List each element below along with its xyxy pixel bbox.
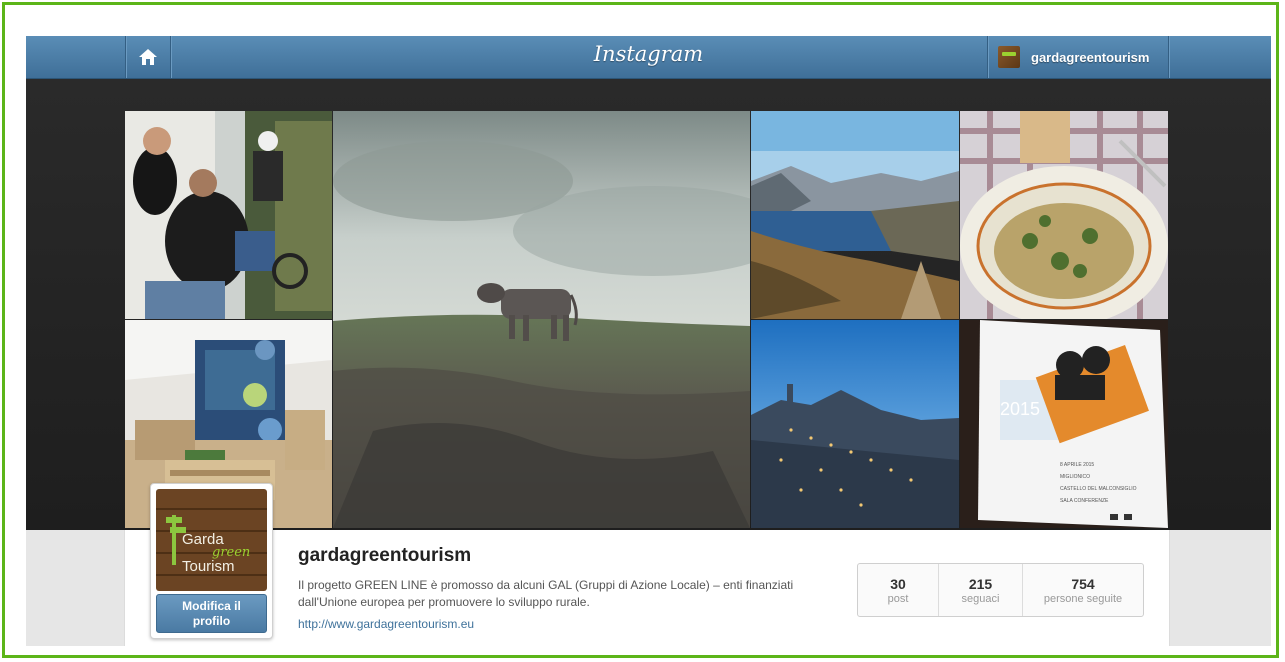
divider — [1168, 36, 1169, 78]
flyer-year: 2015 — [1000, 399, 1040, 419]
photo-cow-meadow[interactable] — [333, 111, 750, 528]
stat-label: persone seguite — [1043, 592, 1123, 605]
stat-followers[interactable]: 215 seguaci — [939, 564, 1023, 616]
profile-bio: Il progetto GREEN LINE è promosso da alc… — [298, 578, 794, 609]
photo-village-night[interactable] — [751, 320, 959, 528]
profile-avatar[interactable]: Garda green Tourism — [156, 489, 267, 591]
top-navigation-bar: Instagram gardagreentourism — [26, 36, 1271, 79]
profile-avatar-box: Garda green Tourism Modifica il profilo — [150, 483, 273, 639]
user-menu[interactable]: gardagreentourism — [988, 36, 1168, 78]
avatar-logo-line3: Tourism — [182, 558, 235, 575]
stat-posts[interactable]: 30 post — [858, 564, 939, 616]
photo-pasta-dish[interactable] — [960, 111, 1168, 319]
home-icon — [139, 49, 157, 65]
photo-event-flyer[interactable]: 2015 8 APRILE 2015 MIGLIONICO CASTELLO D… — [960, 320, 1168, 528]
edit-profile-button[interactable]: Modifica il profilo — [156, 594, 267, 633]
flyer-line: CASTELLO DEL MALCONSIGLIO — [1060, 486, 1137, 492]
instagram-app: Instagram gardagreentourism 2015 8 APRIL… — [26, 36, 1271, 646]
profile-website-link[interactable]: http://www.gardagreentourism.eu — [298, 617, 474, 631]
user-menu-name: gardagreentourism — [1031, 49, 1150, 65]
home-button[interactable] — [126, 36, 170, 78]
stat-value: 215 — [968, 575, 993, 592]
stat-following[interactable]: 754 persone seguite — [1023, 564, 1143, 616]
photo-bike-trainer[interactable] — [125, 111, 332, 319]
divider — [170, 36, 171, 78]
profile-stats: 30 post 215 seguaci 754 persone seguite — [857, 563, 1144, 617]
flyer-line: 8 APRILE 2015 — [1060, 462, 1094, 468]
photo-lake-view[interactable] — [751, 111, 959, 319]
stat-value: 30 — [890, 575, 906, 592]
flyer-line: MIGLIONICO — [1060, 474, 1090, 480]
stat-label: post — [887, 592, 909, 605]
profile-username: gardagreentourism — [298, 545, 472, 566]
flyer-line: SALA CONFERENZE — [1060, 498, 1109, 504]
stat-label: seguaci — [961, 592, 1000, 605]
user-avatar-icon — [998, 46, 1020, 68]
stat-value: 754 — [1071, 575, 1095, 592]
